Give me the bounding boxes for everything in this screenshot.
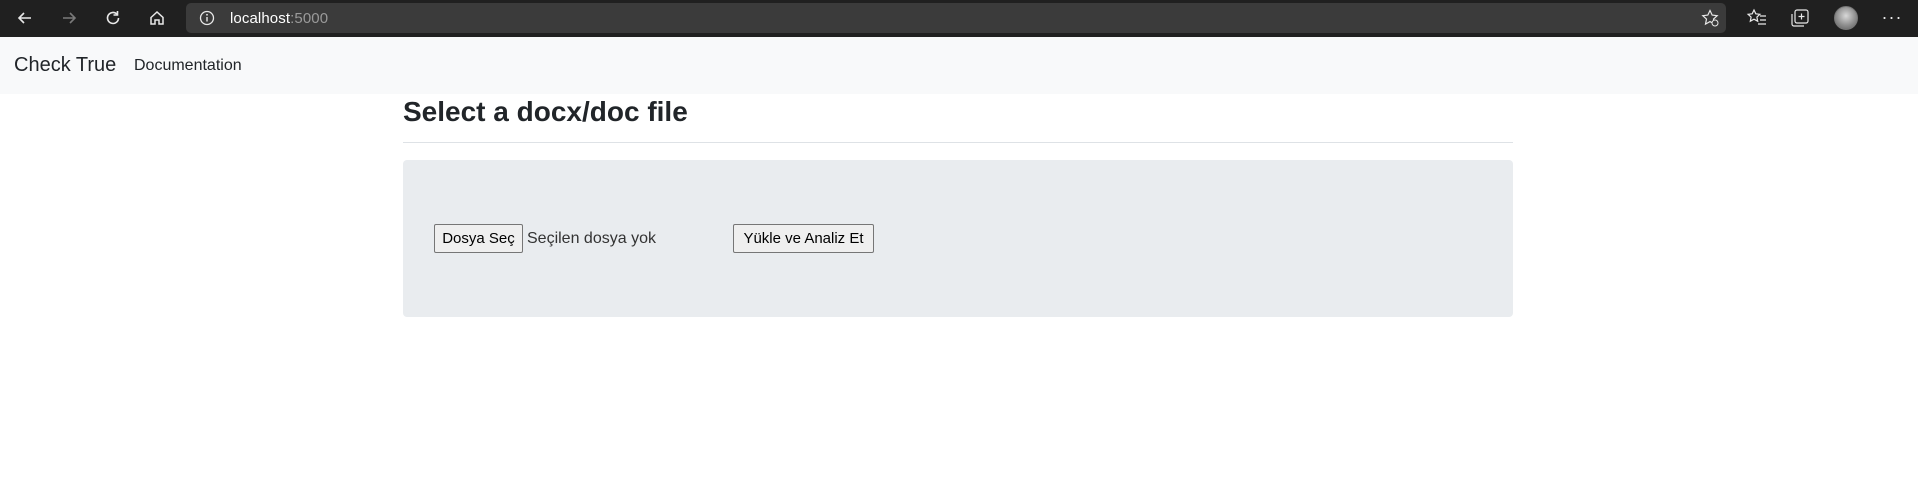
reload-icon[interactable]: [99, 4, 127, 32]
favorites-icon[interactable]: [1746, 7, 1768, 29]
site-navbar: Check True Documentation: [0, 37, 1918, 94]
url-text[interactable]: localhost:5000: [230, 10, 328, 27]
home-icon[interactable]: [143, 4, 171, 32]
url-port: :5000: [290, 10, 329, 27]
forward-arrow-icon[interactable]: [55, 4, 83, 32]
divider: [403, 142, 1513, 143]
info-icon[interactable]: [199, 10, 215, 26]
profile-avatar[interactable]: [1834, 6, 1858, 30]
browser-toolbar: localhost:5000 ···: [0, 0, 1918, 37]
page-title: Select a docx/doc file: [403, 96, 688, 127]
file-status-text: Seçilen dosya yok: [527, 230, 656, 247]
back-arrow-icon[interactable]: [11, 4, 39, 32]
collections-icon[interactable]: [1789, 7, 1811, 29]
navbar-brand[interactable]: Check True: [14, 54, 116, 77]
url-host: localhost: [230, 10, 291, 27]
add-favorite-icon[interactable]: [1700, 8, 1720, 28]
upload-analyze-button[interactable]: Yükle ve Analiz Et: [733, 224, 874, 253]
more-icon[interactable]: ···: [1880, 6, 1904, 30]
address-bar[interactable]: localhost:5000: [186, 3, 1726, 33]
nav-link-documentation[interactable]: Documentation: [134, 57, 242, 75]
choose-file-button[interactable]: Dosya Seç: [434, 224, 523, 253]
upload-panel: Dosya Seç Seçilen dosya yok Yükle ve Ana…: [403, 160, 1513, 317]
